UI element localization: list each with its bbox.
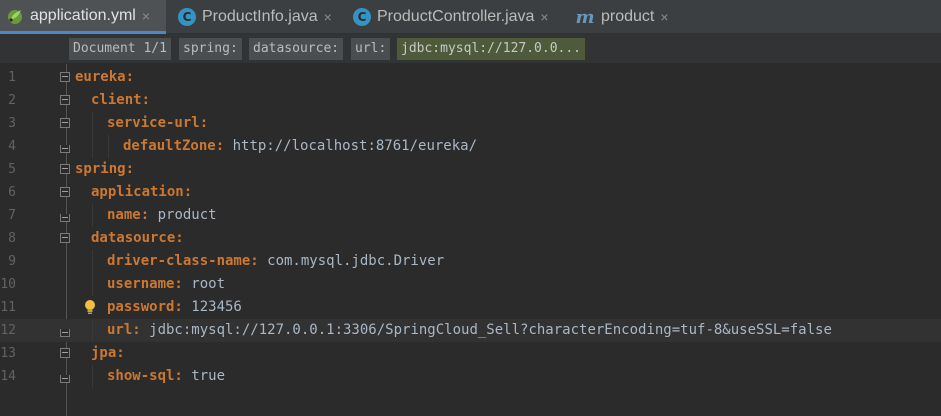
yaml-key: username: xyxy=(107,276,183,292)
line-number: 10 xyxy=(0,277,16,292)
breadcrumb-url-value[interactable]: jdbc:mysql://127.0.0... xyxy=(397,38,586,60)
yaml-value: jdbc:mysql://127.0.0.1:3306/SpringCloud_… xyxy=(140,322,832,338)
spring-leaf-icon xyxy=(6,7,24,25)
fold-end-icon[interactable] xyxy=(60,329,70,337)
indent-guide xyxy=(92,319,93,342)
yaml-key: defaultZone: xyxy=(123,138,225,154)
tab-application-yml[interactable]: application.yml × xyxy=(0,0,166,34)
class-icon: C xyxy=(353,8,371,26)
yaml-key: password: xyxy=(107,299,183,315)
line-number: 1 xyxy=(8,70,16,85)
code-editor[interactable]: 1 eureka: 2 client: 3 service-url: 4 def… xyxy=(0,64,941,416)
line-number: 8 xyxy=(8,231,16,246)
yaml-key: jpa: xyxy=(91,345,125,361)
editor-tab-bar: application.yml × C ProductInfo.java × C… xyxy=(0,0,941,34)
close-icon[interactable]: × xyxy=(660,9,668,25)
indent-guide xyxy=(92,250,93,273)
yaml-value: true xyxy=(182,368,226,384)
yaml-key: application: xyxy=(91,184,193,200)
maven-icon: m xyxy=(575,6,595,28)
fold-icon[interactable] xyxy=(60,118,70,128)
close-icon[interactable]: × xyxy=(324,9,332,25)
lightbulb-icon[interactable] xyxy=(84,299,96,315)
code-line: 6 application: xyxy=(0,181,941,204)
indent-guide xyxy=(92,204,93,227)
yaml-key: eureka: xyxy=(75,69,135,85)
fold-icon[interactable] xyxy=(60,348,70,358)
line-number: 3 xyxy=(8,116,16,131)
line-number: 4 xyxy=(8,139,16,154)
yaml-key: name: xyxy=(107,207,150,223)
code-line: 13 jpa: xyxy=(0,342,941,365)
line-number: 6 xyxy=(8,185,16,200)
fold-end-icon[interactable] xyxy=(60,375,70,383)
breadcrumb-spring[interactable]: spring: xyxy=(179,38,242,60)
yaml-value: 123456 xyxy=(182,299,242,315)
fold-icon[interactable] xyxy=(60,233,70,243)
indent-guide xyxy=(92,112,93,135)
code-line: 10 username: root xyxy=(0,273,941,296)
tab-label: ProductController.java xyxy=(377,8,535,25)
yaml-value: com.mysql.jdbc.Driver xyxy=(258,253,445,269)
line-number: 12 xyxy=(0,323,16,338)
yaml-key: driver-class-name: xyxy=(107,253,259,269)
indent-guide xyxy=(92,135,93,158)
code-line: 7 name: product xyxy=(0,204,941,227)
yaml-key: show-sql: xyxy=(107,368,183,384)
fold-end-icon[interactable] xyxy=(60,214,70,222)
yaml-key: datasource: xyxy=(91,230,184,246)
line-number: 7 xyxy=(8,208,16,223)
breadcrumb-document[interactable]: Document 1/1 xyxy=(69,38,171,60)
yaml-value: product xyxy=(149,207,217,223)
tab-productcontroller-java[interactable]: C ProductController.java × xyxy=(347,0,565,34)
fold-icon[interactable] xyxy=(60,187,70,197)
tab-productinfo-java[interactable]: C ProductInfo.java × xyxy=(172,0,342,34)
line-number: 5 xyxy=(8,162,16,177)
yaml-key: spring: xyxy=(75,161,135,177)
code-line: 1 eureka: xyxy=(0,66,941,89)
close-icon[interactable]: × xyxy=(540,9,548,25)
indent-guide xyxy=(92,365,93,388)
yaml-value: root xyxy=(182,276,226,292)
code-line: 4 defaultZone: http://localhost:8761/eur… xyxy=(0,135,941,158)
code-line: 14 show-sql: true xyxy=(0,365,941,388)
indent-guide xyxy=(92,273,93,296)
yaml-key: client: xyxy=(91,92,151,108)
breadcrumb: Document 1/1 spring: datasource: url: jd… xyxy=(0,34,941,64)
line-number: 11 xyxy=(0,300,16,315)
fold-icon[interactable] xyxy=(60,95,70,105)
close-icon[interactable]: × xyxy=(142,8,150,24)
tab-label: product xyxy=(601,8,655,25)
breadcrumb-datasource[interactable]: datasource: xyxy=(249,38,344,60)
code-line: 2 client: xyxy=(0,89,941,112)
line-number: 14 xyxy=(0,369,16,384)
tab-label: application.yml xyxy=(30,6,136,24)
tab-label: ProductInfo.java xyxy=(202,8,318,25)
line-number: 2 xyxy=(8,93,16,108)
fold-icon[interactable] xyxy=(60,164,70,174)
yaml-key: service-url: xyxy=(107,115,209,131)
code-line: 11 password: 123456 xyxy=(0,296,941,319)
class-icon: C xyxy=(178,8,196,26)
code-line: 3 service-url: xyxy=(0,112,941,135)
fold-end-icon[interactable] xyxy=(60,145,70,153)
code-line: 8 datasource: xyxy=(0,227,941,250)
yaml-key: url: xyxy=(107,322,141,338)
code-line-current: 12 url: jdbc:mysql://127.0.0.1:3306/Spri… xyxy=(0,319,941,342)
breadcrumb-url[interactable]: url: xyxy=(351,38,391,60)
code-line: 9 driver-class-name: com.mysql.jdbc.Driv… xyxy=(0,250,941,273)
line-number: 9 xyxy=(8,254,16,269)
tab-product-pom[interactable]: m product × xyxy=(569,0,679,34)
yaml-value: http://localhost:8761/eureka/ xyxy=(224,138,478,154)
line-number: 13 xyxy=(0,346,16,361)
indent-guide xyxy=(108,135,109,158)
code-line: 5 spring: xyxy=(0,158,941,181)
fold-icon[interactable] xyxy=(60,72,70,82)
